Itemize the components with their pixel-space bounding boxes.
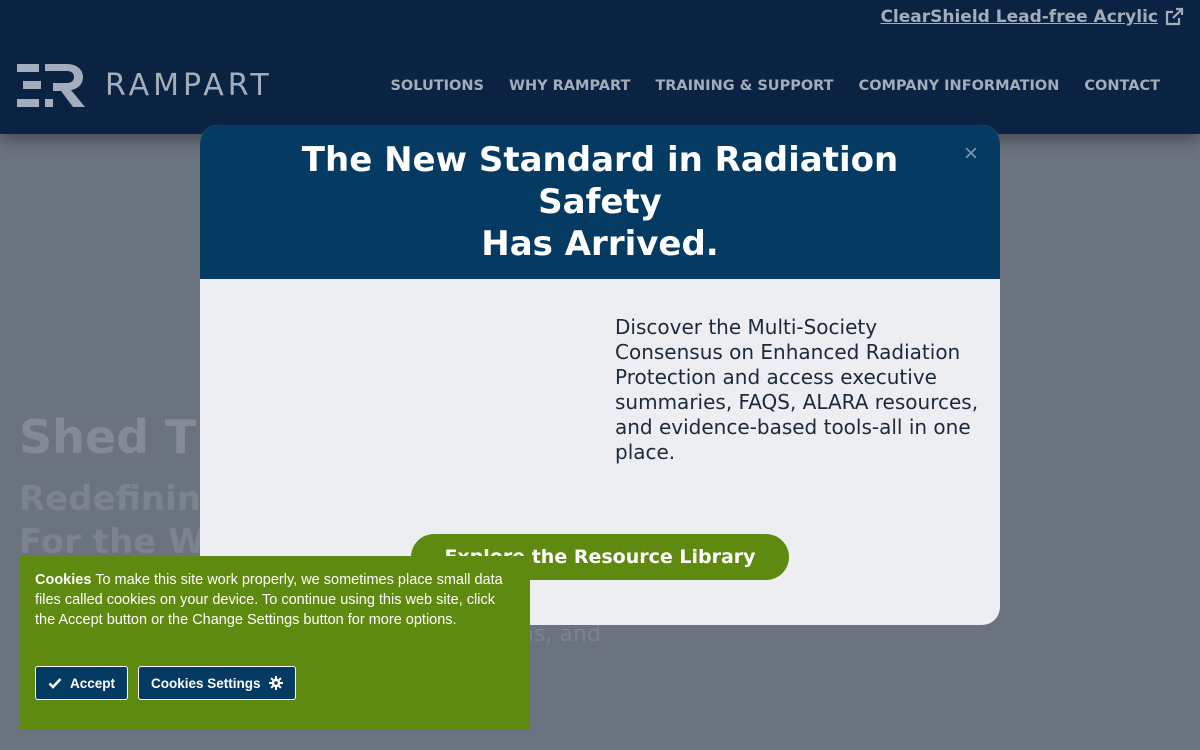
rampart-logo[interactable]: RAMPART — [17, 64, 273, 107]
nav-contact[interactable]: CONTACT — [1084, 78, 1160, 94]
modal-title: The New Standard in Radiation Safety Has… — [240, 139, 960, 265]
cookie-message: To make this site work properly, we some… — [35, 572, 503, 628]
cookie-text: Cookies To make this site work properly,… — [35, 570, 515, 630]
close-icon[interactable]: × — [964, 142, 978, 166]
hero-body-text: ns, and — [520, 622, 601, 647]
hero-subtitle: Redefinin For the W — [19, 478, 229, 564]
hero-subtitle-line-1: Redefinin — [19, 479, 201, 519]
modal-description: Discover the Multi-Society Consensus on … — [615, 315, 979, 464]
cookie-banner: Cookies To make this site work properly,… — [20, 556, 530, 730]
logo-text: RAMPART — [105, 68, 273, 103]
cookies-settings-label: Cookies Settings — [151, 675, 261, 691]
modal-title-line-2: Has Arrived. — [481, 224, 719, 264]
hero-section: Shed Th Redefinin For the W — [19, 410, 229, 564]
site-header: ClearShield Lead-free Acrylic RAMPART SO… — [0, 0, 1200, 134]
accept-label: Accept — [70, 675, 116, 691]
rampart-logo-mark-icon — [17, 64, 85, 107]
nav-solutions[interactable]: SOLUTIONS — [390, 78, 483, 94]
clearshield-link[interactable]: ClearShield Lead-free Acrylic — [880, 7, 1184, 27]
cookie-buttons: Accept Cookies Settings — [35, 666, 296, 700]
main-nav: SOLUTIONS WHY RAMPART TRAINING & SUPPORT… — [390, 78, 1160, 94]
gear-icon — [268, 676, 283, 690]
hero-title: Shed Th — [19, 410, 230, 464]
modal-header: The New Standard in Radiation Safety Has… — [200, 125, 1000, 279]
nav-training-support[interactable]: TRAINING & SUPPORT — [655, 78, 833, 94]
accept-cookies-button[interactable]: Accept — [35, 666, 129, 700]
nav-why-rampart[interactable]: WHY RAMPART — [509, 78, 630, 94]
clearshield-link-label: ClearShield Lead-free Acrylic — [880, 7, 1158, 27]
check-icon — [48, 678, 62, 689]
nav-company-information[interactable]: COMPANY INFORMATION — [859, 78, 1060, 94]
modal-title-line-1: The New Standard in Radiation Safety — [301, 140, 899, 222]
cookies-settings-button[interactable]: Cookies Settings — [138, 666, 296, 700]
cookie-heading: Cookies — [35, 572, 92, 588]
external-link-icon — [1165, 7, 1184, 26]
resource-modal: The New Standard in Radiation Safety Has… — [200, 125, 1000, 625]
